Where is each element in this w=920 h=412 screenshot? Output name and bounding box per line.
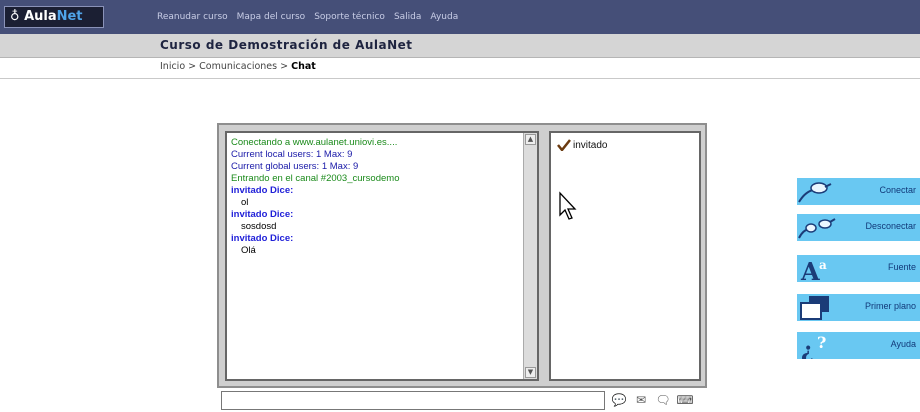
chat-info-message: Current local users: 1 Max: 9 (231, 149, 353, 160)
scroll-up-arrow-icon[interactable]: ▲ (525, 134, 536, 145)
divider (0, 78, 920, 79)
connect-button[interactable]: Conectar (797, 178, 920, 205)
svg-text:A: A (800, 257, 820, 282)
foreground-button[interactable]: Primer plano (797, 294, 920, 321)
foreground-icon (800, 296, 829, 320)
scroll-down-arrow-icon[interactable]: ▼ (525, 367, 536, 378)
chat-message-text: ol (241, 197, 249, 208)
connect-button-label: Conectar (879, 185, 916, 195)
disconnect-button-label: Desconectar (865, 221, 916, 231)
help-button[interactable]: ¿ ? Ayuda (797, 332, 920, 359)
breadcrumb-current: Chat (291, 61, 316, 72)
course-title: Curso de Demostración de AulaNet (160, 38, 413, 52)
chat-applet: Conectando a www.aulanet.uniovi.es.... C… (217, 123, 707, 388)
mouse-cursor-icon (559, 191, 577, 220)
top-nav-links: Reanudar curso Mapa del curso Soporte té… (157, 0, 467, 34)
nav-link-tech-support[interactable]: Soporte técnico (314, 12, 385, 22)
chat-author: invitado Dice: (231, 233, 294, 244)
disconnect-button[interactable]: Desconectar (797, 214, 920, 241)
keyboard-icon[interactable]: ⌨ (676, 391, 694, 409)
breadcrumb: Inicio > Comunicaciones > Chat (160, 61, 316, 72)
chat-message-list: Conectando a www.aulanet.uniovi.es.... C… (231, 137, 519, 257)
chat-users-panel: invitado (549, 131, 701, 381)
chat-message-text: Olá (241, 245, 256, 256)
messages-scrollbar[interactable]: ▲ ▼ (523, 133, 537, 379)
user-name: invitado (573, 139, 608, 151)
breadcrumb-communications[interactable]: Comunicaciones (199, 61, 277, 72)
connect-icon (798, 182, 832, 203)
nav-link-help[interactable]: Ayuda (430, 12, 458, 22)
font-button-label: Fuente (887, 262, 916, 272)
breadcrumb-home[interactable]: Inicio (160, 61, 185, 72)
chat-system-message: Conectando a www.aulanet.uniovi.es.... (231, 137, 398, 148)
aulanet-logo[interactable]: ♁ AulaNet (4, 6, 104, 28)
whisper-bubble-icon[interactable]: 🗨 (654, 391, 672, 409)
nav-link-exit[interactable]: Salida (394, 12, 421, 22)
user-list-item[interactable]: invitado (557, 139, 607, 151)
chat-messages-panel: Conectando a www.aulanet.uniovi.es.... C… (225, 131, 539, 381)
send-bubble-icon[interactable]: 💬 (610, 391, 628, 409)
svg-text:a: a (819, 258, 827, 272)
chat-message-input[interactable] (221, 391, 605, 410)
chat-info-message: Current global users: 1 Max: 9 (231, 161, 359, 172)
disconnect-icon (798, 218, 836, 239)
logo-text-aula: Aula (24, 9, 57, 24)
help-icon: ¿ ? (801, 333, 826, 359)
chat-author: invitado Dice: (231, 209, 294, 220)
user-status-icon (557, 139, 571, 151)
font-icon: A a (800, 257, 827, 282)
breadcrumb-separator: > (280, 61, 289, 72)
top-navigation-bar: ♁ AulaNet Reanudar curso Mapa del curso … (0, 0, 920, 34)
chat-message-text: sosdosd (241, 221, 277, 232)
course-title-bar: Curso de Demostración de AulaNet (0, 34, 920, 58)
logo-text-net: Net (56, 9, 83, 24)
font-button[interactable]: A a Fuente (797, 255, 920, 282)
logo-owl-icon: ♁ (10, 9, 20, 24)
chat-author: invitado Dice: (231, 185, 294, 196)
breadcrumb-separator: > (188, 61, 197, 72)
foreground-button-label: Primer plano (864, 301, 916, 311)
nav-link-resume-course[interactable]: Reanudar curso (157, 12, 228, 22)
private-message-icon[interactable]: ✉ (632, 391, 650, 409)
chat-input-buttons: 💬 ✉ 🗨 ⌨ (610, 391, 694, 409)
chat-system-message: Entrando en el canal #2003_cursodemo (231, 173, 400, 184)
help-button-label: Ayuda (890, 339, 916, 349)
svg-text:?: ? (817, 333, 826, 352)
nav-link-course-map[interactable]: Mapa del curso (237, 12, 306, 22)
svg-text:¿: ¿ (801, 338, 814, 359)
